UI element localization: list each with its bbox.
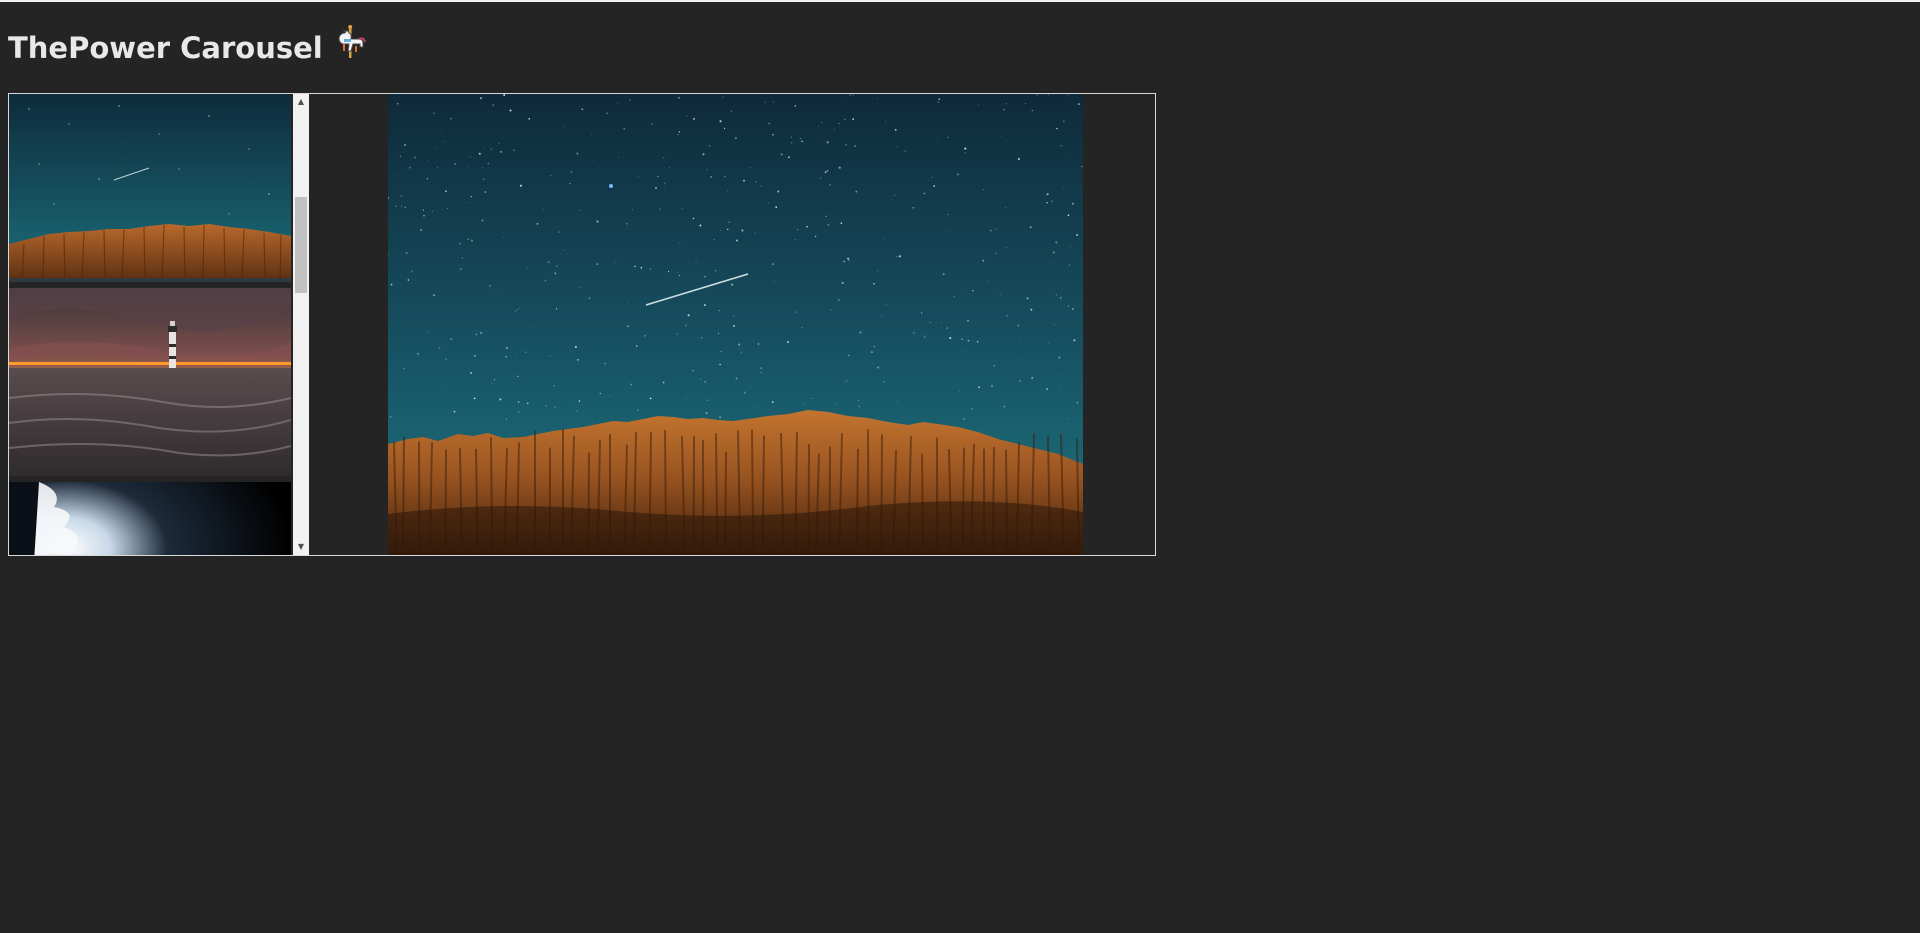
- carousel-horse-icon: [333, 25, 367, 69]
- page-title: ThePower Carousel: [8, 25, 367, 72]
- page-title-text: ThePower Carousel: [8, 31, 323, 65]
- main-image: [388, 94, 1083, 555]
- top-border: [0, 0, 1920, 2]
- thumbnail-scrollbar[interactable]: ▲ ▼: [293, 94, 309, 555]
- carousel: ▲ ▼: [8, 93, 1156, 556]
- scroll-down-icon[interactable]: ▼: [293, 539, 309, 555]
- scrollbar-thumb[interactable]: [295, 197, 307, 293]
- thumbnail-bright-cloud-dark[interactable]: [9, 482, 291, 555]
- thumbnail-lighthouse-sunset[interactable]: [9, 288, 291, 476]
- thumbnail-night-sky-cliffs[interactable]: [9, 94, 291, 282]
- thumbnail-list[interactable]: ▲ ▼: [9, 94, 309, 555]
- scroll-up-icon[interactable]: ▲: [293, 94, 309, 110]
